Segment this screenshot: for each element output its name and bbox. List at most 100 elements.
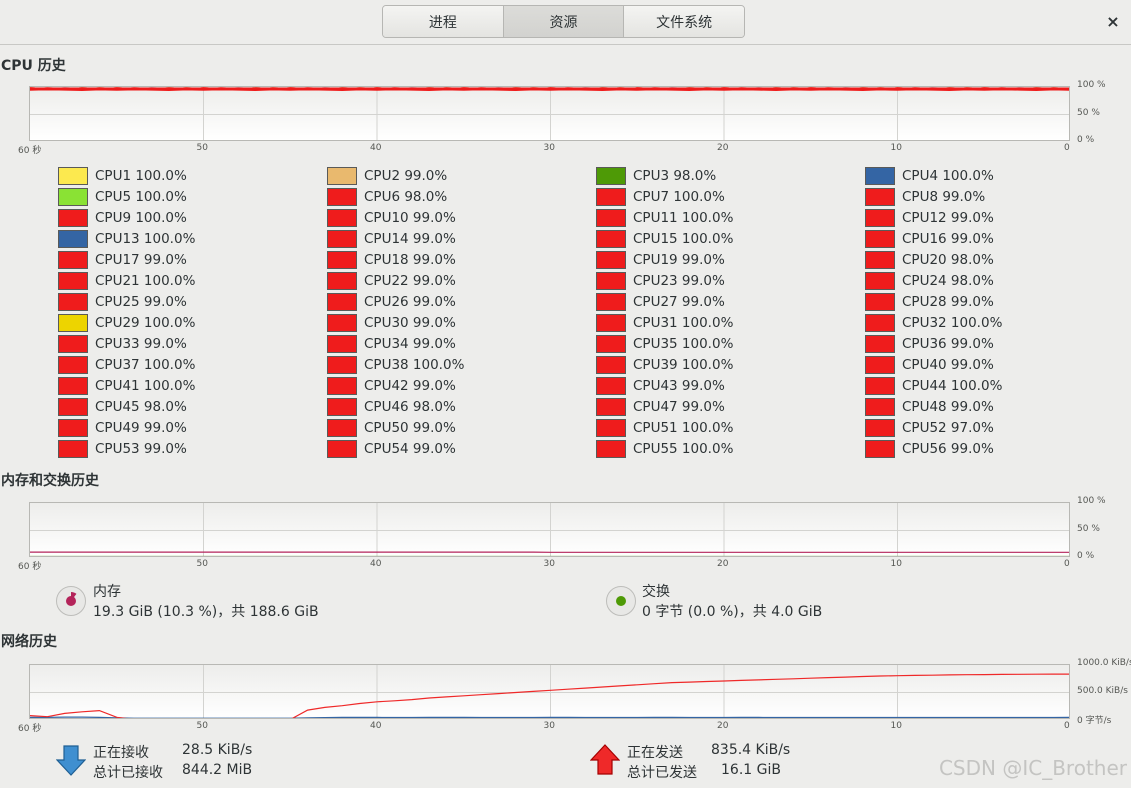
cpu-color-button[interactable] — [327, 250, 357, 269]
cpu-color-button[interactable] — [58, 439, 88, 458]
cpu-color-button[interactable] — [327, 334, 357, 353]
cpu-usage-label: CPU29 100.0% — [95, 314, 196, 331]
cpu-legend-item: CPU53 99.0% — [58, 438, 187, 459]
x-tick-label: 50 — [196, 721, 208, 731]
cpu-color-button[interactable] — [596, 229, 626, 248]
cpu-usage-label: CPU49 99.0% — [95, 419, 187, 436]
cpu-color-button[interactable] — [865, 439, 895, 458]
cpu-color-button[interactable] — [596, 187, 626, 206]
cpu-color-button[interactable] — [327, 271, 357, 290]
cpu-color-button[interactable] — [327, 229, 357, 248]
y-tick-label: 500.0 KiB/s — [1077, 685, 1128, 696]
x-tick-label: 20 — [717, 143, 729, 153]
cpu-color-button[interactable] — [58, 397, 88, 416]
cpu-color-button[interactable] — [58, 208, 88, 227]
cpu-color-button[interactable] — [596, 313, 626, 332]
cpu-usage-label: CPU15 100.0% — [633, 230, 734, 247]
cpu-color-button[interactable] — [58, 271, 88, 290]
cpu-color-button[interactable] — [327, 292, 357, 311]
cpu-color-button[interactable] — [596, 334, 626, 353]
cpu-color-button[interactable] — [327, 439, 357, 458]
cpu-legend-item: CPU17 99.0% — [58, 249, 187, 270]
cpu-usage-label: CPU13 100.0% — [95, 230, 196, 247]
cpu-color-button[interactable] — [58, 166, 88, 185]
cpu-usage-label: CPU51 100.0% — [633, 419, 734, 436]
cpu-color-button[interactable] — [865, 187, 895, 206]
cpu-color-button[interactable] — [596, 208, 626, 227]
cpu-color-button[interactable] — [58, 313, 88, 332]
tab-filesystems[interactable]: 文件系统 — [624, 6, 744, 37]
cpu-legend-item: CPU47 99.0% — [596, 396, 725, 417]
cpu-color-button[interactable] — [58, 187, 88, 206]
cpu-legend-item: CPU39 100.0% — [596, 354, 733, 375]
cpu-color-button[interactable] — [865, 313, 895, 332]
cpu-color-button[interactable] — [596, 376, 626, 395]
cpu-color-button[interactable] — [327, 355, 357, 374]
cpu-color-button[interactable] — [327, 187, 357, 206]
cpu-color-button[interactable] — [596, 439, 626, 458]
cpu-color-button[interactable] — [58, 355, 88, 374]
cpu-color-button[interactable] — [596, 292, 626, 311]
cpu-color-button[interactable] — [865, 292, 895, 311]
cpu-usage-label: CPU20 98.0% — [902, 251, 994, 268]
x-tick-label: 10 — [890, 559, 902, 569]
cpu-color-button[interactable] — [596, 397, 626, 416]
cpu-color-button[interactable] — [596, 250, 626, 269]
cpu-color-button[interactable] — [865, 397, 895, 416]
cpu-color-button[interactable] — [58, 229, 88, 248]
cpu-color-button[interactable] — [596, 271, 626, 290]
swap-indicator-dot — [616, 596, 626, 606]
cpu-color-button[interactable] — [327, 313, 357, 332]
cpu-color-button[interactable] — [596, 166, 626, 185]
cpu-color-button[interactable] — [58, 376, 88, 395]
cpu-color-button[interactable] — [327, 418, 357, 437]
cpu-usage-label: CPU40 99.0% — [902, 356, 994, 373]
cpu-usage-label: CPU11 100.0% — [633, 209, 734, 226]
cpu-color-button[interactable] — [58, 292, 88, 311]
cpu-legend-item: CPU18 99.0% — [327, 249, 456, 270]
cpu-color-button[interactable] — [865, 166, 895, 185]
cpu-usage-label: CPU39 100.0% — [633, 356, 734, 373]
cpu-color-button[interactable] — [58, 250, 88, 269]
cpu-color-button[interactable] — [865, 376, 895, 395]
cpu-color-button[interactable] — [865, 355, 895, 374]
cpu-color-button[interactable] — [327, 397, 357, 416]
cpu-color-button[interactable] — [865, 208, 895, 227]
cpu-color-button[interactable] — [865, 229, 895, 248]
cpu-usage-label: CPU33 99.0% — [95, 335, 187, 352]
cpu-color-button[interactable] — [596, 418, 626, 437]
cpu-color-button[interactable] — [596, 355, 626, 374]
cpu-color-button[interactable] — [58, 334, 88, 353]
cpu-usage-label: CPU6 98.0% — [364, 188, 448, 205]
cpu-usage-label: CPU54 99.0% — [364, 440, 456, 457]
cpu-color-button[interactable] — [865, 334, 895, 353]
cpu-usage-label: CPU52 97.0% — [902, 419, 994, 436]
cpu-usage-label: CPU25 99.0% — [95, 293, 187, 310]
tab-processes[interactable]: 进程 — [383, 6, 504, 37]
cpu-usage-label: CPU55 100.0% — [633, 440, 734, 457]
cpu-color-button[interactable] — [327, 166, 357, 185]
x-tick-label: 30 — [543, 143, 555, 153]
cpu-legend-item: CPU30 99.0% — [327, 312, 456, 333]
cpu-color-button[interactable] — [327, 376, 357, 395]
cpu-color-button[interactable] — [865, 418, 895, 437]
cpu-legend-item: CPU19 99.0% — [596, 249, 725, 270]
close-button[interactable]: × — [1102, 10, 1124, 32]
cpu-usage-label: CPU24 98.0% — [902, 272, 994, 289]
cpu-legend-item: CPU25 99.0% — [58, 291, 187, 312]
y-tick-label: 0 % — [1077, 135, 1095, 145]
cpu-usage-label: CPU10 99.0% — [364, 209, 456, 226]
cpu-legend-item: CPU7 100.0% — [596, 186, 725, 207]
cpu-color-button[interactable] — [865, 250, 895, 269]
cpu-color-button[interactable] — [58, 418, 88, 437]
cpu-color-button[interactable] — [327, 208, 357, 227]
cpu-legend-item: CPU24 98.0% — [865, 270, 994, 291]
x-tick-label: 50 — [196, 559, 208, 569]
tab-resources[interactable]: 资源 — [503, 6, 625, 37]
cpu-color-button[interactable] — [865, 271, 895, 290]
cpu-usage-label: CPU23 99.0% — [633, 272, 725, 289]
send-arrow-icon — [589, 744, 621, 780]
cpu-usage-label: CPU3 98.0% — [633, 167, 717, 184]
cpu-legend-item: CPU29 100.0% — [58, 312, 195, 333]
x-tick-label: 30 — [543, 721, 555, 731]
